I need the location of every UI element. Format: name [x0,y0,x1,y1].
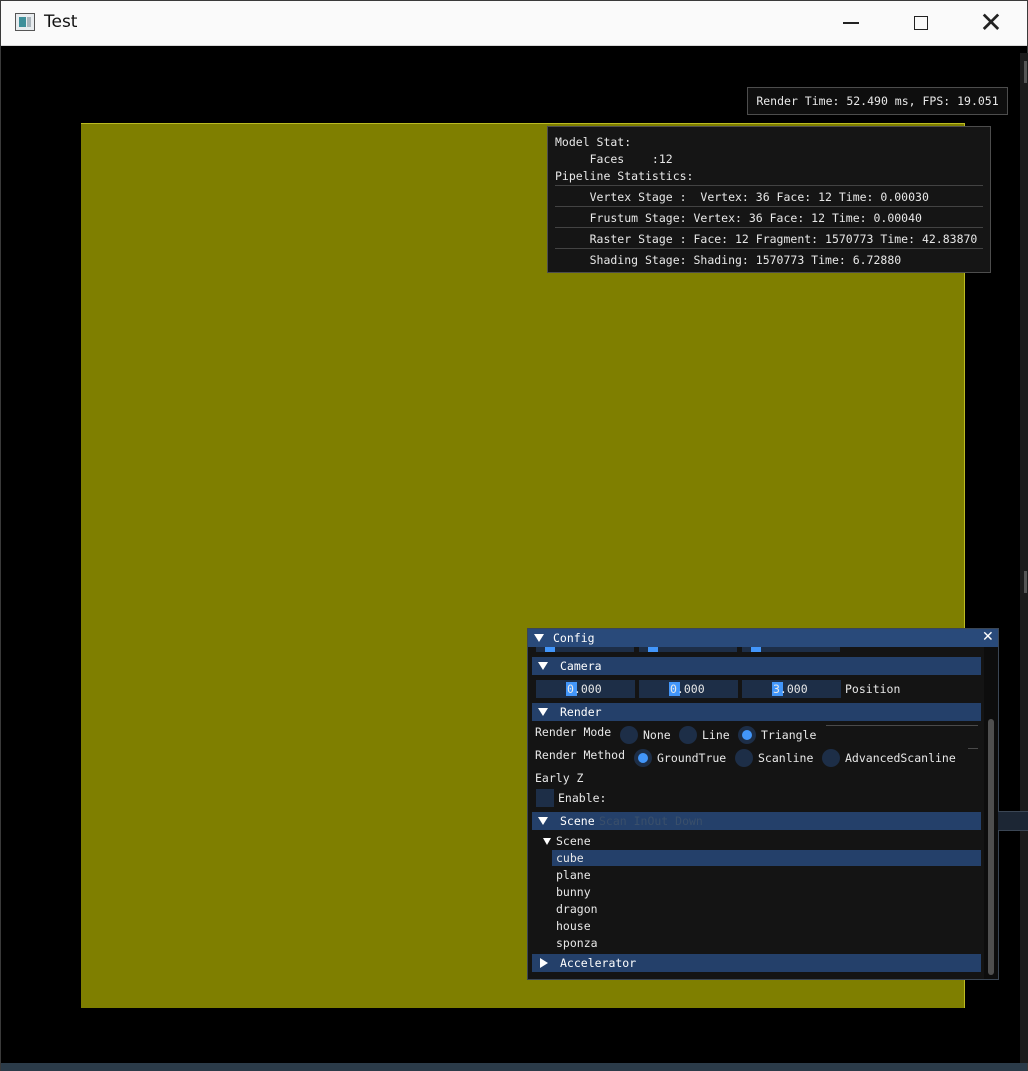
position-z-field[interactable]: 3.000 [742,680,841,698]
scene-item-sponza[interactable]: sponza [556,936,598,950]
app-icon [15,13,35,31]
render-mode-line-radio[interactable] [679,726,697,744]
render-mode-label: Render Mode [535,725,612,739]
scene-item-bunny[interactable]: bunny [556,885,591,899]
render-method-label: Render Method [535,748,626,762]
close-window-button[interactable]: ✕ [957,1,1025,45]
config-title: Config [553,631,595,645]
divider [555,227,983,228]
render-method-scanline-radio[interactable] [735,749,753,767]
scene-item-dragon[interactable]: dragon [556,902,598,916]
position-y-field[interactable]: 0.000 [639,680,738,698]
render-header-label: Render [560,705,602,719]
config-scrollbar-thumb[interactable] [988,719,994,975]
scene-item-cube[interactable]: cube [552,850,981,866]
camera-header-label: Camera [560,659,602,673]
maximize-icon [914,16,928,30]
title-bar[interactable]: Test ✕ [1,1,1027,46]
accelerator-header-label: Accelerator [560,956,637,970]
shading-stage-stat: Shading Stage: Shading: 1570773 Time: 6.… [555,253,902,267]
maximize-button[interactable] [887,1,955,45]
render-method-groundtrue-label[interactable]: GroundTrue [657,751,726,765]
early-z-checkbox[interactable] [536,789,554,807]
enable-label: Enable: [558,791,607,805]
close-icon: ✕ [979,6,1003,39]
render-mode-none-radio[interactable] [620,726,638,744]
collapse-icon[interactable] [534,634,544,642]
model-stat-label: Model Stat: [555,135,632,149]
bottom-border [1,1063,1027,1071]
divider [968,748,978,749]
window-edge-strip [1020,53,1028,1063]
divider [555,248,983,249]
early-z-label: Early Z [535,771,584,785]
scene-item-plane[interactable]: plane [556,868,591,882]
minimize-button[interactable] [817,1,885,45]
divider [555,185,983,186]
raster-stage-stat: Raster Stage : Face: 12 Fragment: 157077… [555,232,978,246]
side-panel-tab[interactable] [998,811,1028,831]
position-x-value: 0.000 [567,682,602,696]
render-time-overlay: Render Time: 52.490 ms, FPS: 19.051 [747,87,1008,115]
render-mode-line-label[interactable]: Line [702,728,730,742]
chevron-down-icon [538,662,548,670]
scene-tree-label[interactable]: Scene [556,834,591,848]
render-time-text: Render Time: 52.490 ms, FPS: 19.051 [756,94,999,108]
window-title: Test [44,12,78,32]
tree-chevron-down-icon[interactable] [543,838,551,845]
clipped-grab [751,647,761,652]
render-mode-triangle-label[interactable]: Triangle [761,728,816,742]
render-method-advanced-radio[interactable] [822,749,840,767]
clipped-field[interactable] [639,647,737,652]
render-method-scanline-label[interactable]: Scanline [758,751,813,765]
clipped-fields-row [536,647,876,652]
faces-stat: Faces :12 [555,152,673,166]
edge-mark [1024,571,1027,593]
edge-mark [1024,61,1027,83]
render-mode-triangle-radio[interactable] [738,726,756,744]
clipped-field[interactable] [742,647,840,652]
pipeline-stats-overlay: Model Stat: Faces :12 Pipeline Statistic… [547,126,991,273]
clipped-grab [648,647,658,652]
chevron-right-icon [540,958,548,968]
app-window: Test ✕ Render Time: 52.490 ms, FPS: 19.0… [0,0,1028,1071]
config-panel[interactable]: Config ✕ Camera 0.000 0.000 3.000 Positi… [527,628,999,980]
render-header[interactable]: Render [532,703,981,721]
render-mode-none-label[interactable]: None [643,728,671,742]
position-x-field[interactable]: 0.000 [536,680,635,698]
config-title-bar[interactable]: Config ✕ [528,629,998,647]
chevron-down-icon [538,708,548,716]
scene-header-label: Scene [560,814,595,828]
scene-header[interactable]: Scene Scan InOut Down [532,812,981,830]
scene-item-house[interactable]: house [556,919,591,933]
minimize-icon [843,22,859,24]
divider [826,725,978,726]
render-method-groundtrue-radio[interactable] [634,749,652,767]
position-z-value: 3.000 [773,682,808,696]
clipped-grab [545,647,555,652]
pipeline-title: Pipeline Statistics: [555,169,694,183]
accelerator-header[interactable]: Accelerator [532,954,981,972]
clipped-field[interactable] [536,647,634,652]
close-icon[interactable]: ✕ [982,629,994,645]
position-y-value: 0.000 [670,682,705,696]
chevron-down-icon [538,817,548,825]
position-label: Position [845,682,901,696]
scene-header-hint: Scan InOut Down [599,814,703,828]
frustum-stage-stat: Frustum Stage: Vertex: 36 Face: 12 Time:… [555,211,922,225]
render-method-advanced-label[interactable]: AdvancedScanline [845,751,956,765]
scene-item-label: cube [556,851,584,865]
camera-header[interactable]: Camera [532,657,981,675]
vertex-stage-stat: Vertex Stage : Vertex: 36 Face: 12 Time:… [555,190,929,204]
divider [555,206,983,207]
